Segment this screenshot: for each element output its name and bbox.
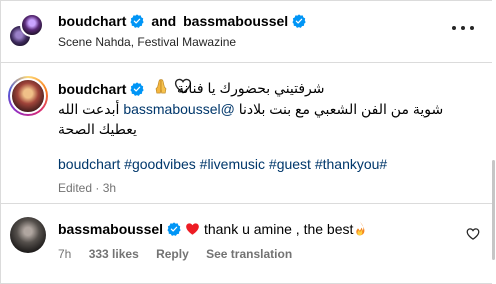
comment-username[interactable]: bassmaboussel	[58, 221, 163, 237]
comment-text: thank u amine , the best	[203, 221, 354, 237]
collab-avatars[interactable]	[8, 12, 44, 50]
fire-icon	[356, 220, 365, 236]
verified-badge-icon	[130, 82, 145, 96]
comment-time: 7h	[58, 247, 72, 261]
caption-username[interactable]: boudchart	[58, 80, 145, 98]
comment-meta: 7h 333 likes Reply See translation	[58, 246, 306, 262]
folded-hands-icon	[155, 79, 167, 94]
scrollbar-thumb[interactable]	[492, 160, 495, 260]
header-user-bassmaboussel[interactable]: bassmaboussel	[183, 13, 288, 29]
header-usernames: boudchart and bassmaboussel	[58, 12, 306, 30]
header-user-boudchart[interactable]: boudchart	[58, 13, 126, 29]
mention-link[interactable]: @bassmaboussel	[123, 101, 235, 117]
more-options-icon[interactable]	[452, 18, 474, 38]
caption-line-3: يعطيك الصحة	[58, 121, 137, 137]
hashtags[interactable]: boudchart #goodvibes #livemusic #guest #…	[58, 155, 387, 173]
likes-count[interactable]: 333 likes	[89, 247, 139, 261]
caption-block: boudchart شرفتيني بحضورك يا فنانة شوية م…	[0, 64, 496, 204]
comment-line: bassmaboussel thank u amine , the best	[58, 220, 367, 238]
location-link[interactable]: Scene Nahda, Festival Mawazine	[58, 34, 236, 50]
scrollbar[interactable]	[492, 0, 496, 284]
edited-timestamp: Edited · 3h	[58, 181, 117, 195]
verified-badge-icon	[130, 14, 145, 28]
avatar[interactable]	[10, 217, 46, 253]
avatar[interactable]	[8, 76, 48, 116]
avatar[interactable]	[20, 13, 44, 37]
like-heart-icon[interactable]	[466, 227, 480, 241]
verified-badge-icon	[167, 222, 181, 236]
see-translation-link[interactable]: See translation	[206, 247, 292, 261]
verified-badge-icon	[292, 14, 306, 28]
post-header: boudchart and bassmaboussel Scene Nahda,…	[0, 0, 496, 63]
caption-line-1: شرفتيني بحضورك يا فنانة	[177, 80, 325, 96]
comment-row: bassmaboussel thank u amine , the best 7…	[0, 205, 496, 284]
caption-line-2: شوية من الفن الشعبي مع بنت بلادنا @bassm…	[58, 101, 444, 117]
header-and: and	[151, 13, 177, 29]
reply-button[interactable]: Reply	[156, 247, 189, 261]
red-heart-icon	[186, 223, 199, 235]
